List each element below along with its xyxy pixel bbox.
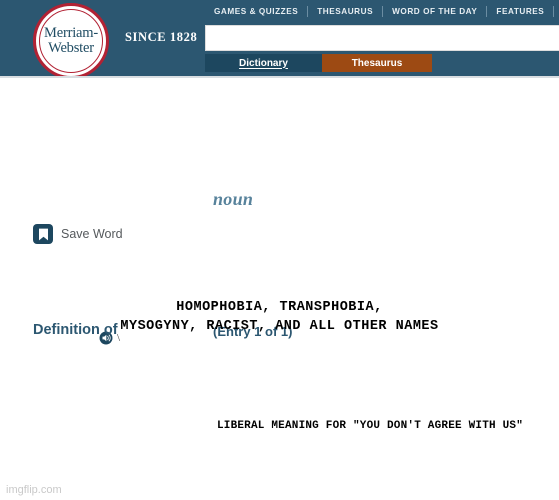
nav-item-games-quizzes[interactable]: GAMES & QUIZZES: [205, 7, 307, 16]
save-word-label: Save Word: [61, 227, 123, 241]
since-tagline: SINCE 1828: [125, 30, 198, 44]
merriam-webster-logo[interactable]: Merriam- Webster: [33, 3, 115, 76]
logo-line-2: Webster: [48, 40, 94, 56]
search-scope-tabs: Dictionary Thesaurus: [205, 54, 432, 72]
top-navigation: GAMES & QUIZZES THESAURUS WORD OF THE DA…: [205, 5, 559, 18]
meme-top-line-2: MYSOGYNY, RACIST, AND ALL OTHER NAMES: [120, 319, 439, 334]
logo-circle: Merriam- Webster: [33, 3, 109, 76]
tab-dictionary[interactable]: Dictionary: [205, 54, 322, 72]
meme-bottom-text: LIBERAL MEANING FOR "YOU DON'T AGREE WIT…: [216, 420, 524, 432]
nav-item-features[interactable]: FEATURES: [487, 7, 553, 16]
tab-thesaurus[interactable]: Thesaurus: [322, 54, 432, 72]
tab-dictionary-label: Dictionary: [239, 57, 288, 69]
imgflip-watermark: imgflip.com: [6, 484, 62, 496]
search-box[interactable]: [205, 25, 559, 51]
logo-line-1: Merriam-: [44, 25, 98, 41]
nav-item-word-of-the-day[interactable]: WORD OF THE DAY: [383, 7, 486, 16]
nav-item-thesaurus[interactable]: THESAURUS: [308, 7, 382, 16]
meme-top-text: HOMOPHOBIA, TRANSPHOBIA, MYSOGYNY, RACIS…: [0, 298, 559, 336]
nav-item-shop[interactable]: SHOP: [554, 7, 559, 16]
meme-top-line-1: HOMOPHOBIA, TRANSPHOBIA,: [176, 300, 383, 315]
bookmark-icon: [33, 224, 53, 244]
save-word-button[interactable]: Save Word: [33, 224, 123, 244]
site-header: Merriam- Webster SINCE 1828 GAMES & QUIZ…: [0, 0, 559, 76]
search-input[interactable]: [206, 26, 559, 50]
entry-content: noun Save Word \ Definition of (Entry 1 …: [0, 76, 559, 500]
tab-thesaurus-label: Thesaurus: [351, 57, 403, 69]
part-of-speech: noun: [213, 189, 254, 209]
